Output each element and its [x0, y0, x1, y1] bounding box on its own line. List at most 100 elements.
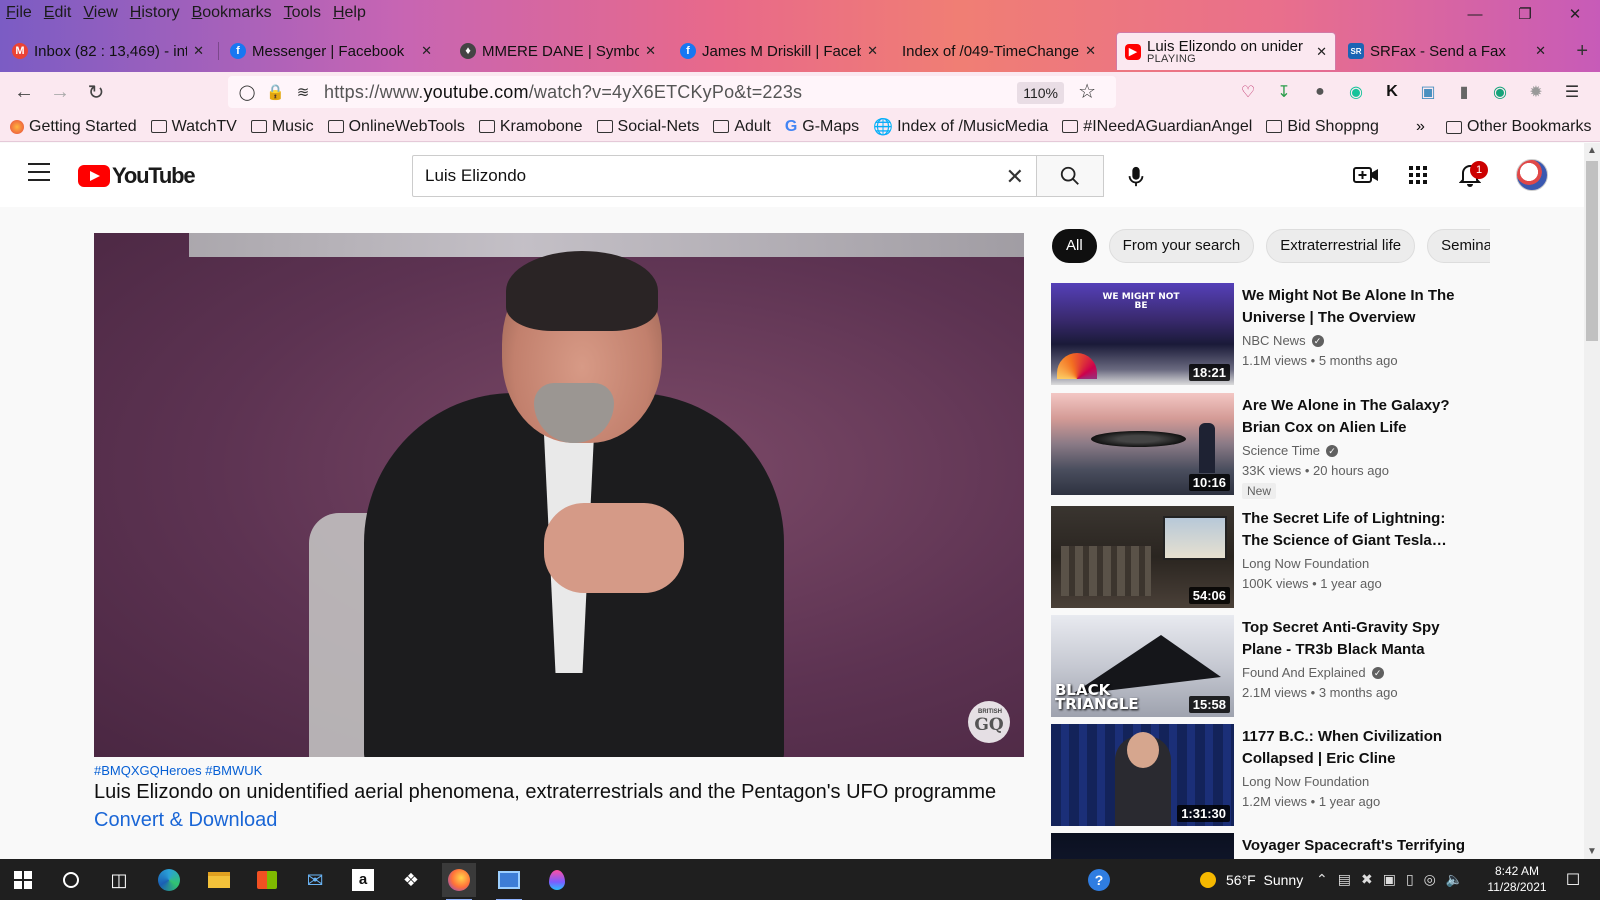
extension-sun-icon[interactable]: ✹ [1524, 80, 1548, 104]
menu-view[interactable]: View [83, 4, 117, 22]
tab-james-driskill[interactable]: f James M Driskill | Faceb ✕ [672, 32, 886, 70]
channel-name[interactable]: Science Time ✓ [1242, 443, 1339, 458]
bookmark-folder-adult[interactable]: Adult [713, 118, 771, 136]
mail-icon[interactable]: ✉ [298, 863, 332, 897]
tab-messenger[interactable]: f Messenger | Facebook ✕ [222, 32, 440, 70]
voice-search-button[interactable] [1116, 157, 1156, 197]
close-tab-icon[interactable]: ✕ [645, 43, 656, 59]
url-text[interactable]: https://www.youtube.com/watch?v=4yX6ETCK… [324, 82, 802, 103]
video-title[interactable]: Top Secret Anti-Gravity Spy Plane - TR3b… [1242, 617, 1467, 661]
system-clock[interactable]: 8:42 AM 11/28/2021 [1482, 863, 1552, 895]
close-tab-icon[interactable]: ✕ [193, 43, 204, 59]
new-tab-icon[interactable]: + [1576, 40, 1588, 63]
url-bar[interactable]: ◯ 🔒 ≋ https://www.youtube.com/watch?v=4y… [228, 76, 1116, 108]
weather-widget[interactable]: 56°F Sunny [1200, 859, 1303, 900]
menu-file[interactable]: File [6, 4, 32, 22]
video-thumbnail[interactable] [1051, 833, 1234, 859]
channel-name[interactable]: Found And Explained ✓ [1242, 665, 1384, 680]
tab-srfax[interactable]: SR SRFax - Send a Fax ✕ [1340, 32, 1554, 70]
video-thumbnail[interactable]: 10:16 [1051, 393, 1234, 495]
bookmark-index-musicmedia[interactable]: 🌐 Index of /MusicMedia [873, 117, 1048, 137]
k-extension-icon[interactable]: K [1380, 80, 1404, 104]
search-button[interactable] [1036, 155, 1104, 197]
shield-icon[interactable]: ◯ [238, 83, 256, 101]
bookmark-folder-bid-shoppng[interactable]: Bid Shoppng [1266, 118, 1379, 136]
help-icon[interactable]: ? [1082, 863, 1116, 897]
screen-capture-icon[interactable]: ▣ [1416, 80, 1440, 104]
download-icon[interactable]: ↧ [1272, 80, 1296, 104]
tab-gmail[interactable]: M Inbox (82 : 13,469) - int ✕ [4, 32, 212, 70]
recommended-video[interactable]: WE MIGHT NOT BE 18:21 We Might Not Be Al… [1051, 283, 1471, 387]
chip-from-your-search[interactable]: From your search [1108, 229, 1255, 263]
scroll-thumb[interactable] [1586, 161, 1598, 341]
minimize-button[interactable]: — [1450, 0, 1500, 28]
bookmarks-overflow-icon[interactable]: » [1416, 112, 1425, 142]
reload-icon[interactable]: ↻ [78, 74, 114, 110]
youtube-logo[interactable]: YouTube [78, 163, 196, 189]
extension-gray-icon[interactable]: ● [1308, 80, 1332, 104]
bookmark-folder-onlinewebtools[interactable]: OnlineWebTools [327, 118, 465, 136]
close-window-button[interactable]: ✕ [1550, 0, 1600, 28]
remote-desktop-icon[interactable] [492, 863, 526, 900]
wifi-icon[interactable]: ◎ [1424, 871, 1436, 888]
bookmark-folder-music[interactable]: Music [250, 118, 314, 136]
bookmark-getting-started[interactable]: Getting Started [10, 118, 137, 136]
volume-icon[interactable]: 🔈 [1446, 871, 1463, 888]
video-title[interactable]: 1177 B.C.: When Civilization Collapsed |… [1242, 726, 1467, 770]
close-tab-icon[interactable]: ✕ [1085, 43, 1096, 59]
microsoft-store-icon[interactable] [250, 863, 284, 897]
chip-all[interactable]: All [1052, 229, 1097, 263]
hamburger-menu-icon[interactable] [28, 163, 50, 181]
recommended-video[interactable]: 10:16 Are We Alone in The Galaxy? Brian … [1051, 393, 1471, 499]
chip-extraterrestrial-life[interactable]: Extraterrestrial life [1266, 229, 1416, 263]
forward-arrow-icon[interactable]: → [42, 74, 78, 110]
show-hidden-icons-icon[interactable]: ⌃ [1316, 871, 1328, 888]
recommended-video[interactable]: 54:06 The Secret Life of Lightning: The … [1051, 506, 1471, 610]
amazon-icon[interactable]: a [346, 863, 380, 897]
cortana-search-icon[interactable] [54, 863, 88, 897]
close-tab-icon[interactable]: ✕ [867, 43, 878, 59]
close-tab-icon[interactable]: ✕ [1535, 43, 1546, 59]
bookmark-star-icon[interactable]: ☆ [1078, 79, 1096, 104]
display-icon[interactable]: ▣ [1383, 871, 1396, 888]
create-video-icon[interactable] [1352, 161, 1380, 189]
recommended-video[interactable]: 1:31:30 1177 B.C.: When Civilization Col… [1051, 724, 1471, 828]
clear-search-icon[interactable]: ✕ [1006, 164, 1024, 190]
bookmark-other-bookmarks[interactable]: Other Bookmarks [1446, 112, 1591, 142]
usb-device-icon[interactable]: ▤ [1338, 871, 1351, 888]
video-title[interactable]: We Might Not Be Alone In The Universe | … [1242, 285, 1467, 329]
video-title[interactable]: Voyager Spacecraft's Terrifying [1242, 835, 1467, 857]
permissions-icon[interactable]: ≋ [294, 83, 312, 101]
close-tab-icon[interactable]: ✕ [1316, 44, 1327, 60]
recommended-video[interactable]: BLACK TRIANGLE 15:58 Top Secret Anti-Gra… [1051, 615, 1471, 719]
channel-name[interactable]: Long Now Foundation [1242, 774, 1369, 789]
scroll-up-icon[interactable]: ▲ [1587, 145, 1597, 156]
task-view-icon[interactable]: ◫ [102, 863, 136, 897]
bookmark-folder-watchtv[interactable]: WatchTV [150, 118, 237, 136]
back-arrow-icon[interactable]: ← [6, 74, 42, 110]
bookmark-folder-kramobone[interactable]: Kramobone [478, 118, 583, 136]
file-explorer-icon[interactable] [202, 863, 236, 897]
edge-browser-icon[interactable] [152, 863, 186, 897]
grammarly-icon[interactable]: ◉ [1344, 80, 1368, 104]
video-title[interactable]: Are We Alone in The Galaxy? Brian Cox on… [1242, 395, 1467, 439]
green-extension-icon[interactable]: ◉ [1488, 80, 1512, 104]
menu-history[interactable]: History [130, 4, 180, 22]
video-thumbnail[interactable]: WE MIGHT NOT BE 18:21 [1051, 283, 1234, 385]
tab-mmere-dane[interactable]: ♦ MMERE DANE | Symbol ✕ [452, 32, 664, 70]
app-menu-icon[interactable]: ☰ [1560, 80, 1584, 104]
battery-icon[interactable]: ▯ [1406, 871, 1414, 888]
firefox-taskbar-icon[interactable] [442, 863, 476, 900]
convert-download-link[interactable]: Convert & Download [94, 809, 277, 832]
windows-start-icon[interactable] [6, 863, 40, 897]
camera-off-icon[interactable]: ✖ [1361, 871, 1373, 888]
video-thumbnail[interactable]: 54:06 [1051, 506, 1234, 608]
pocket-icon[interactable]: ♡ [1236, 80, 1260, 104]
zoom-level-badge[interactable]: 110% [1017, 82, 1064, 104]
lock-icon[interactable]: 🔒 [266, 83, 285, 101]
media-icon[interactable]: ▮ [1452, 80, 1476, 104]
video-thumbnail[interactable]: BLACK TRIANGLE 15:58 [1051, 615, 1234, 717]
paint-drop-icon[interactable] [540, 863, 574, 897]
video-player[interactable]: GQ BRITISH [94, 233, 1024, 757]
dropbox-icon[interactable]: ❖ [394, 863, 428, 897]
